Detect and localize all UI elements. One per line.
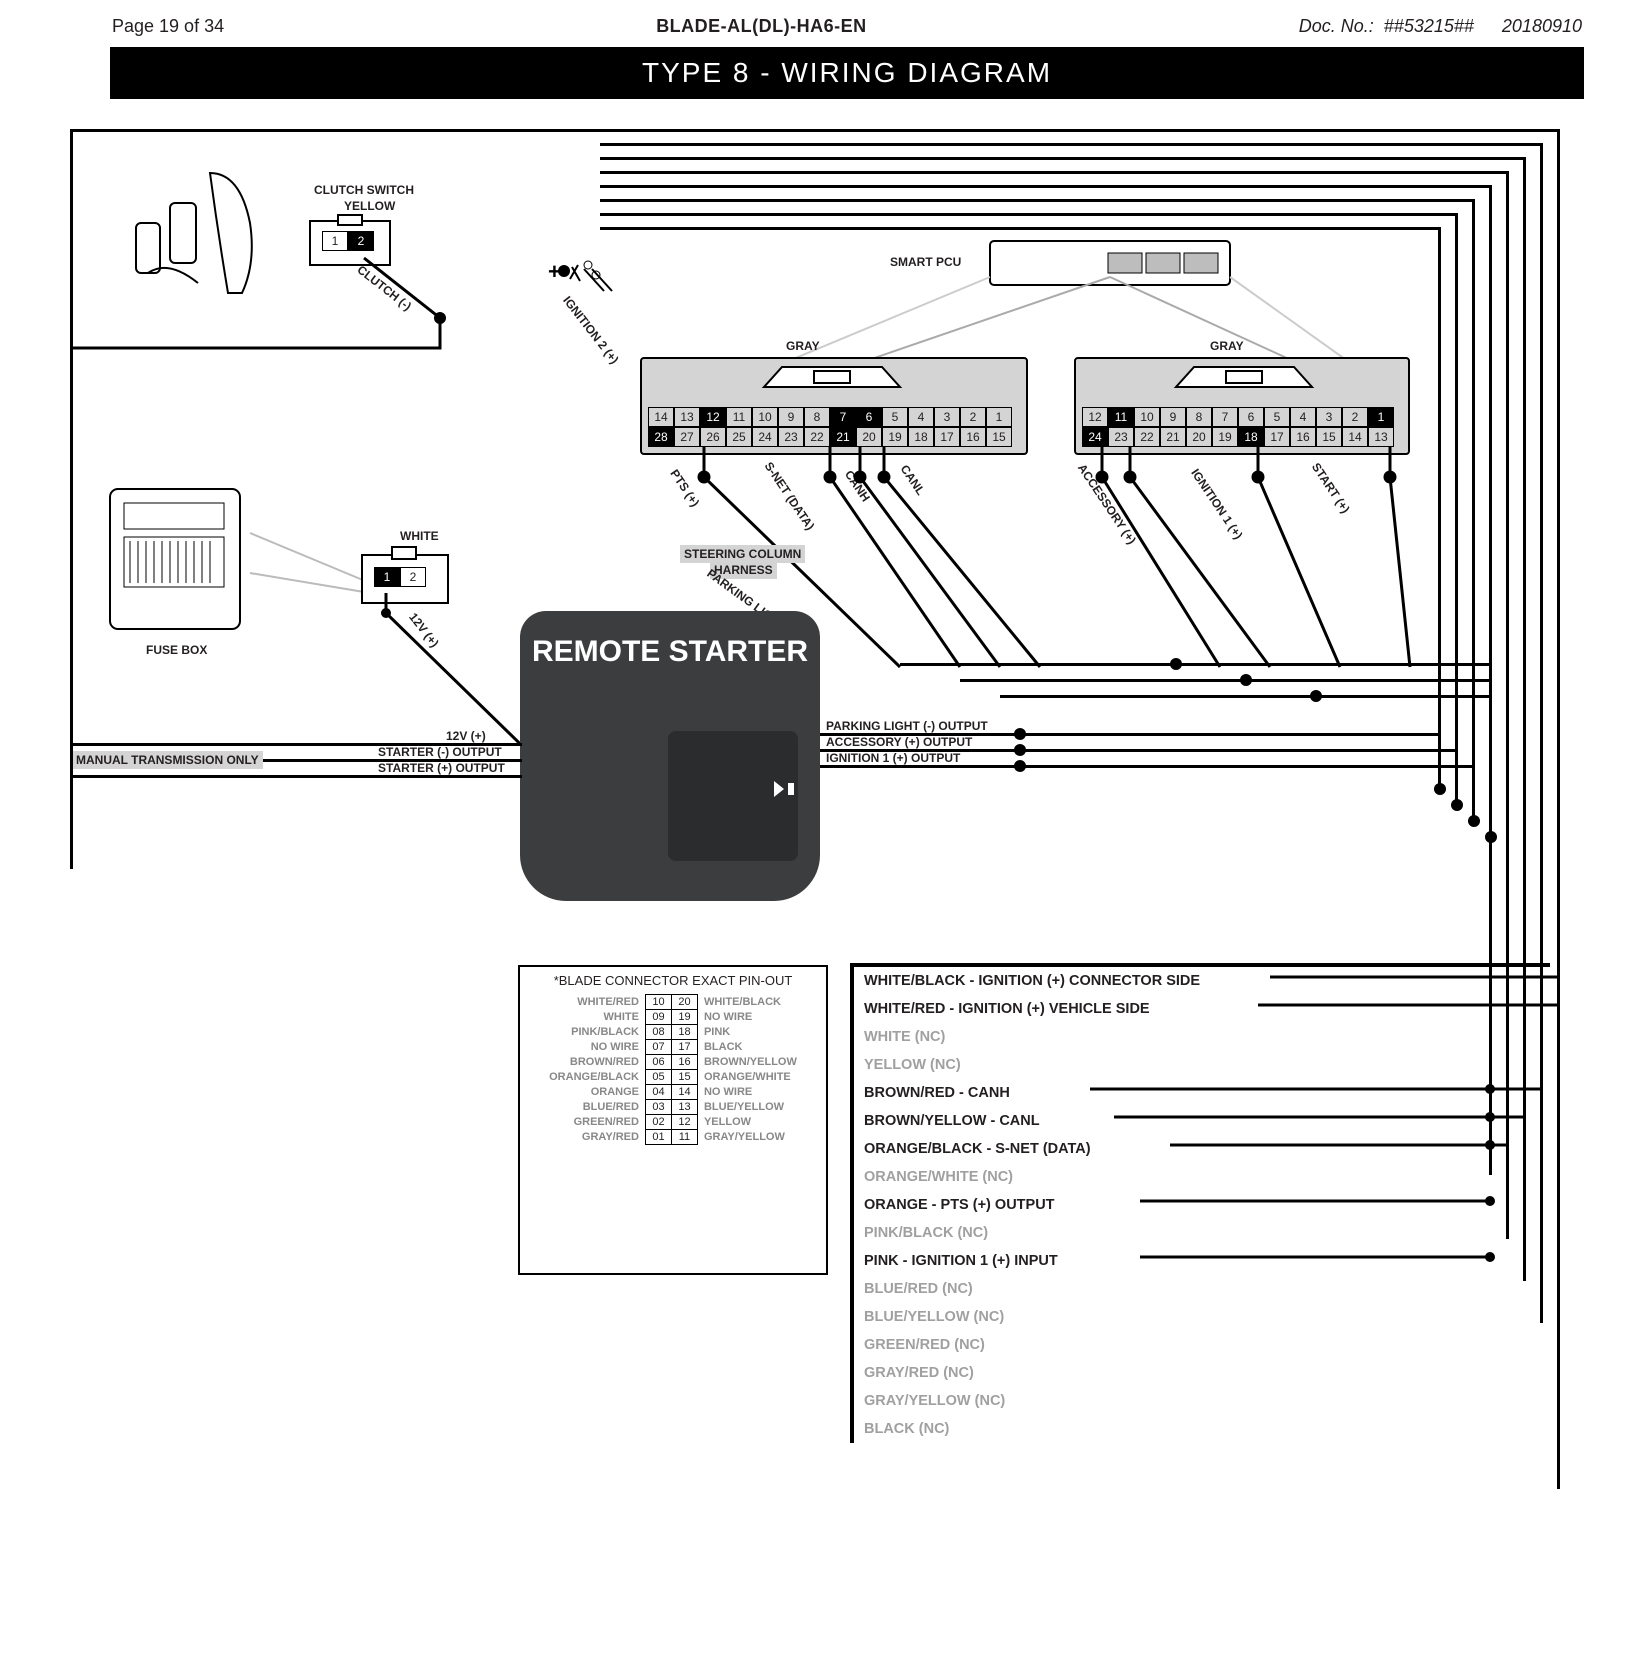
- remote-starter-box: REMOTE STARTER: [520, 611, 820, 901]
- doc-date: 20180910: [1502, 16, 1582, 37]
- clutch-switch-label: CLUTCH SWITCH: [314, 183, 414, 197]
- section-banner: TYPE 8 - WIRING DIAGRAM: [110, 47, 1584, 99]
- smart-pcu-label: SMART PCU: [890, 255, 961, 269]
- wiring-diagram: CLUTCH SWITCH YELLOW 1 2 CLUTCH (-) + IG…: [110, 103, 1584, 1663]
- clutch-yellow-label: YELLOW: [344, 199, 395, 213]
- fuse-box-label: FUSE BOX: [146, 643, 207, 657]
- doc-title: BLADE-AL(DL)-HA6-EN: [656, 16, 866, 37]
- wirelist-connections: [850, 963, 1590, 1503]
- blade-pinout: *BLADE CONNECTOR EXACT PIN-OUT WHITE/RED…: [518, 965, 828, 1275]
- clutch-wire: [70, 258, 470, 388]
- page-number: Page 19 of 34: [112, 16, 224, 37]
- doc-header: Page 19 of 34 BLADE-AL(DL)-HA6-EN Doc. N…: [110, 16, 1584, 47]
- fuse-box-icon: [104, 483, 254, 653]
